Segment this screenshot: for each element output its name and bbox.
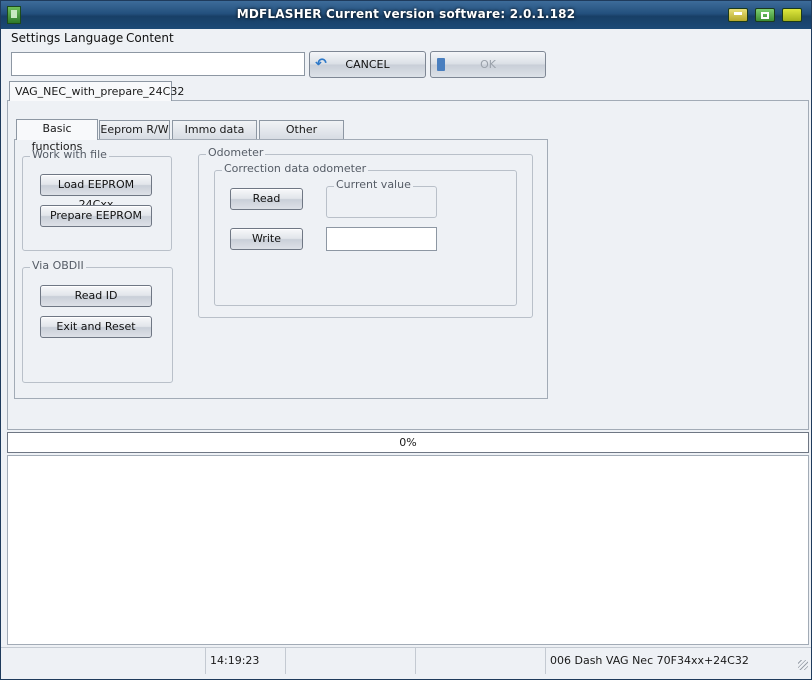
menu-bar: Settings Language Content [1, 29, 811, 48]
ok-button[interactable]: OK [430, 51, 546, 78]
status-cell-1 [1, 648, 206, 674]
odometer-legend: Odometer [206, 146, 266, 159]
log-output[interactable] [7, 455, 809, 645]
progress-label: 0% [399, 436, 417, 449]
minimize-icon [734, 12, 742, 15]
read-odometer-button[interactable]: Read [230, 188, 303, 210]
menu-content[interactable]: Content [126, 31, 174, 45]
resize-grip-icon[interactable] [798, 660, 808, 670]
maximize-icon [761, 12, 769, 19]
tab-immo-data-rw[interactable]: Immo data R/W [172, 120, 257, 154]
progress-bar: 0% [7, 432, 809, 453]
menu-language[interactable]: Language [64, 31, 123, 45]
cancel-label: CANCEL [345, 58, 390, 71]
title-bar[interactable]: MDFLASHER Current version software: 2.0.… [1, 1, 811, 29]
minimize-button[interactable] [728, 8, 748, 22]
status-bar: 14:19:23 006 Dash VAG Nec 70F34xx+24C32 [1, 647, 811, 674]
menu-settings[interactable]: Settings [11, 31, 60, 45]
undo-arrow-icon: ↶ [315, 56, 327, 72]
status-cell-4 [416, 648, 546, 674]
maximize-button[interactable] [755, 8, 775, 22]
close-button[interactable] [782, 8, 802, 22]
file-path-input[interactable] [11, 52, 305, 76]
cancel-button[interactable]: ↶ CANCEL [309, 51, 426, 78]
tab-other-functions[interactable]: Other functions [259, 120, 344, 154]
status-device: 006 Dash VAG Nec 70F34xx+24C32 [550, 654, 749, 667]
status-cell-3 [286, 648, 416, 674]
read-id-button[interactable]: Read ID [40, 285, 152, 307]
correction-odometer-legend: Correction data odometer [222, 162, 369, 175]
status-time: 14:19:23 [206, 648, 286, 674]
load-eeprom-button[interactable]: Load EEPROM 24Cxx [40, 174, 152, 211]
prepare-eeprom-button[interactable]: Prepare EEPROM [40, 205, 152, 227]
via-obdii-legend: Via OBDII [30, 259, 86, 272]
window-title: MDFLASHER Current version software: 2.0.… [236, 7, 576, 21]
exit-reset-button[interactable]: Exit and Reset [40, 316, 152, 338]
tab-eeprom-rw[interactable]: Eeprom R/W [99, 120, 170, 139]
odometer-write-input[interactable] [326, 227, 437, 251]
current-value-legend: Current value [334, 178, 413, 191]
ok-label: OK [480, 58, 496, 71]
write-odometer-button[interactable]: Write [230, 228, 303, 250]
exit-door-icon [437, 58, 445, 71]
tab-basic-functions[interactable]: Basic functions [16, 119, 98, 153]
tab-document[interactable]: VAG_NEC_with_prepare_24C32 [9, 81, 184, 101]
main-window: MDFLASHER Current version software: 2.0.… [0, 0, 812, 680]
